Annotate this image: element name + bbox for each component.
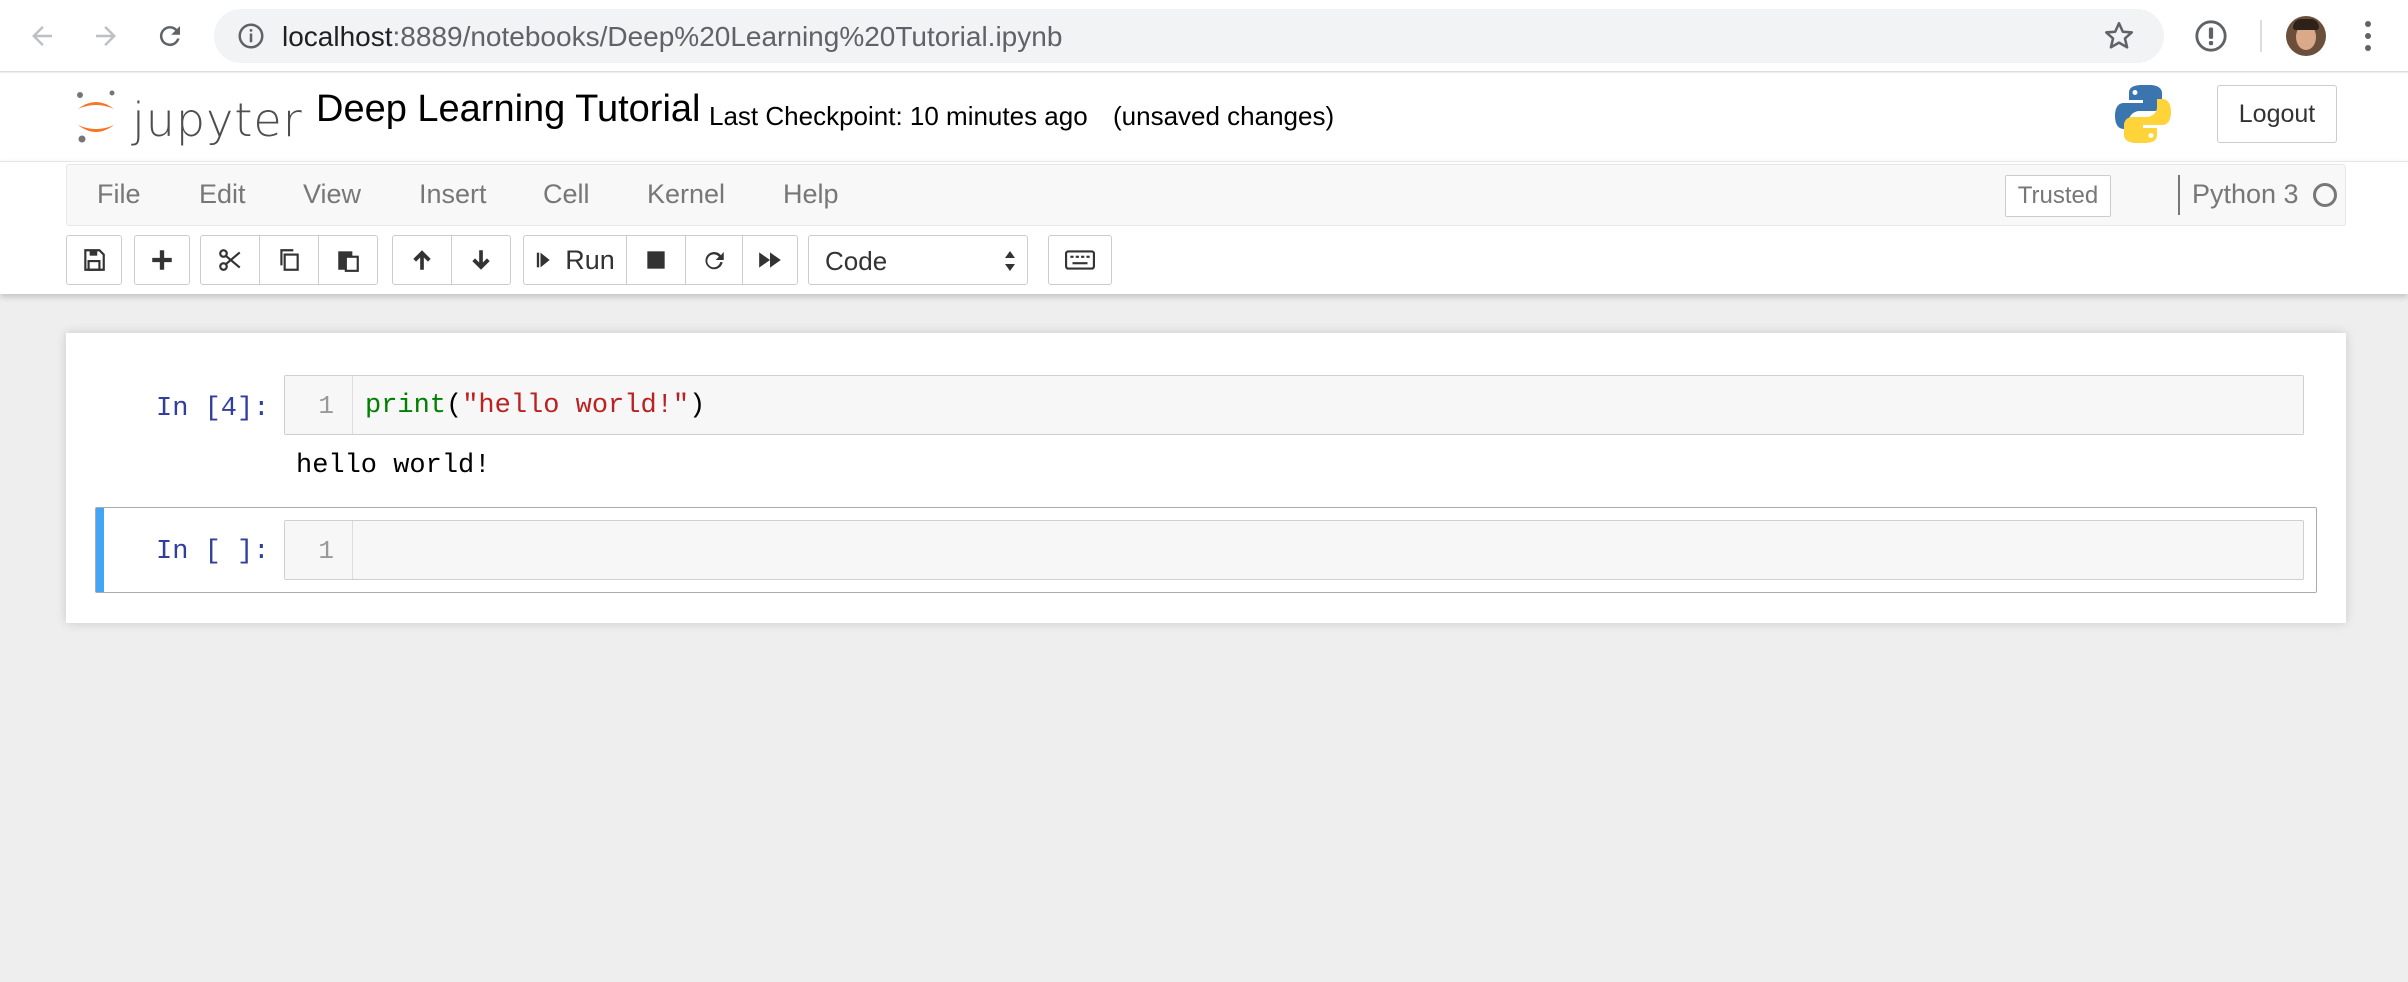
notebook-title[interactable]: Deep Learning Tutorial bbox=[316, 88, 700, 131]
line-gutter: 1 bbox=[285, 521, 353, 579]
cell-prompt: In [4]: bbox=[156, 394, 270, 424]
reload-button[interactable] bbox=[148, 14, 192, 58]
jupyter-header: jupyter Deep Learning Tutorial Last Chec… bbox=[0, 73, 2408, 161]
jupyter-logo[interactable]: jupyter bbox=[72, 83, 302, 153]
cell-type-value: Code bbox=[825, 246, 888, 276]
keyboard-icon bbox=[1065, 250, 1095, 270]
insert-cell-button[interactable] bbox=[134, 235, 190, 285]
trusted-indicator[interactable]: Trusted bbox=[2005, 175, 2111, 217]
restart-run-all-button[interactable] bbox=[742, 235, 798, 285]
kernel-idle-indicator bbox=[2313, 183, 2337, 207]
kernel-name[interactable]: Python 3 bbox=[2192, 179, 2299, 210]
paste-button[interactable] bbox=[318, 235, 378, 285]
selection-indicator bbox=[96, 508, 104, 592]
address-bar[interactable]: localhost:8889/notebooks/Deep%20Learning… bbox=[214, 9, 2164, 63]
code-cell-input[interactable]: 1 print("hello world!") bbox=[284, 375, 2304, 435]
toolbar-divider bbox=[2260, 20, 2262, 52]
copy-button[interactable] bbox=[259, 235, 319, 285]
paste-icon bbox=[338, 251, 359, 272]
back-button[interactable] bbox=[20, 14, 64, 58]
arrow-down-icon bbox=[472, 250, 490, 270]
plus-icon bbox=[152, 250, 172, 270]
menu-help[interactable]: Help bbox=[783, 179, 839, 210]
line-number: 1 bbox=[318, 536, 334, 566]
line-gutter: 1 bbox=[285, 376, 353, 434]
code-function: print bbox=[365, 391, 447, 421]
menubar-container: File Edit View Insert Cell Kernel Help T… bbox=[0, 161, 2408, 294]
menu-cell[interactable]: Cell bbox=[543, 179, 590, 210]
cell-prompt: In [ ]: bbox=[156, 537, 270, 567]
kebab-menu-icon[interactable] bbox=[2358, 18, 2378, 54]
url-path: :8889/notebooks/Deep%20Learning%20Tutori… bbox=[392, 21, 1063, 52]
menubar: File Edit View Insert Cell Kernel Help T… bbox=[66, 164, 2346, 226]
back-icon bbox=[32, 26, 52, 46]
checkpoint-status: Last Checkpoint: 10 minutes ago bbox=[709, 101, 1088, 131]
fast-forward-icon bbox=[759, 252, 781, 268]
save-button[interactable] bbox=[66, 235, 122, 285]
cut-button[interactable] bbox=[200, 235, 260, 285]
code-paren-close: ) bbox=[689, 391, 706, 421]
url-host: localhost bbox=[282, 21, 393, 52]
unsaved-indicator: (unsaved changes) bbox=[1113, 101, 1335, 131]
restart-icon bbox=[705, 251, 724, 270]
browser-toolbar: localhost:8889/notebooks/Deep%20Learning… bbox=[0, 0, 2408, 72]
menu-view[interactable]: View bbox=[303, 179, 361, 210]
cell-type-select[interactable]: Code bbox=[808, 235, 1028, 285]
move-up-button[interactable] bbox=[392, 235, 452, 285]
arrow-up-icon bbox=[413, 250, 431, 270]
kernel-divider bbox=[2178, 175, 2180, 215]
url-text: localhost:8889/notebooks/Deep%20Learning… bbox=[282, 21, 1062, 53]
notebook-container: In [4]: 1 print("hello world!") hello wo… bbox=[66, 333, 2346, 623]
line-number: 1 bbox=[318, 391, 334, 421]
forward-button[interactable] bbox=[84, 14, 128, 58]
jupyter-logo-icon bbox=[77, 90, 115, 143]
stop-icon bbox=[647, 251, 665, 269]
menu-insert[interactable]: Insert bbox=[419, 179, 487, 210]
profile-avatar[interactable] bbox=[2286, 16, 2326, 56]
code-cell-input[interactable]: 1 bbox=[284, 520, 2304, 580]
menu-edit[interactable]: Edit bbox=[199, 179, 246, 210]
jupyter-wordmark: jupyter bbox=[132, 93, 303, 147]
code-string: "hello world!" bbox=[462, 391, 690, 421]
move-down-button[interactable] bbox=[451, 235, 511, 285]
step-forward-icon bbox=[537, 252, 550, 268]
notebook-toolbar: Run Code bbox=[66, 235, 2366, 285]
star-icon[interactable] bbox=[2102, 19, 2136, 53]
avatar-hair bbox=[2293, 19, 2319, 30]
cut-icon bbox=[219, 249, 241, 271]
forward-icon bbox=[96, 26, 116, 46]
code-paren-open: ( bbox=[446, 391, 463, 421]
python-logo-icon bbox=[2115, 85, 2171, 143]
run-button[interactable]: Run bbox=[523, 235, 627, 285]
select-arrows-icon bbox=[1005, 251, 1015, 271]
reload-icon bbox=[159, 26, 180, 47]
info-icon[interactable] bbox=[236, 21, 266, 51]
menu-file[interactable]: File bbox=[97, 179, 141, 210]
cell-output: hello world! bbox=[296, 451, 491, 481]
command-palette-button[interactable] bbox=[1048, 235, 1112, 285]
code-line: print("hello world!") bbox=[365, 391, 705, 421]
interrupt-button[interactable] bbox=[626, 235, 686, 285]
save-icon bbox=[84, 249, 105, 271]
menu-kernel[interactable]: Kernel bbox=[647, 179, 725, 210]
extension-icon[interactable] bbox=[2194, 19, 2228, 53]
restart-button[interactable] bbox=[685, 235, 743, 285]
run-label: Run bbox=[565, 244, 615, 275]
logout-button[interactable]: Logout bbox=[2217, 85, 2337, 143]
copy-icon bbox=[280, 249, 299, 271]
